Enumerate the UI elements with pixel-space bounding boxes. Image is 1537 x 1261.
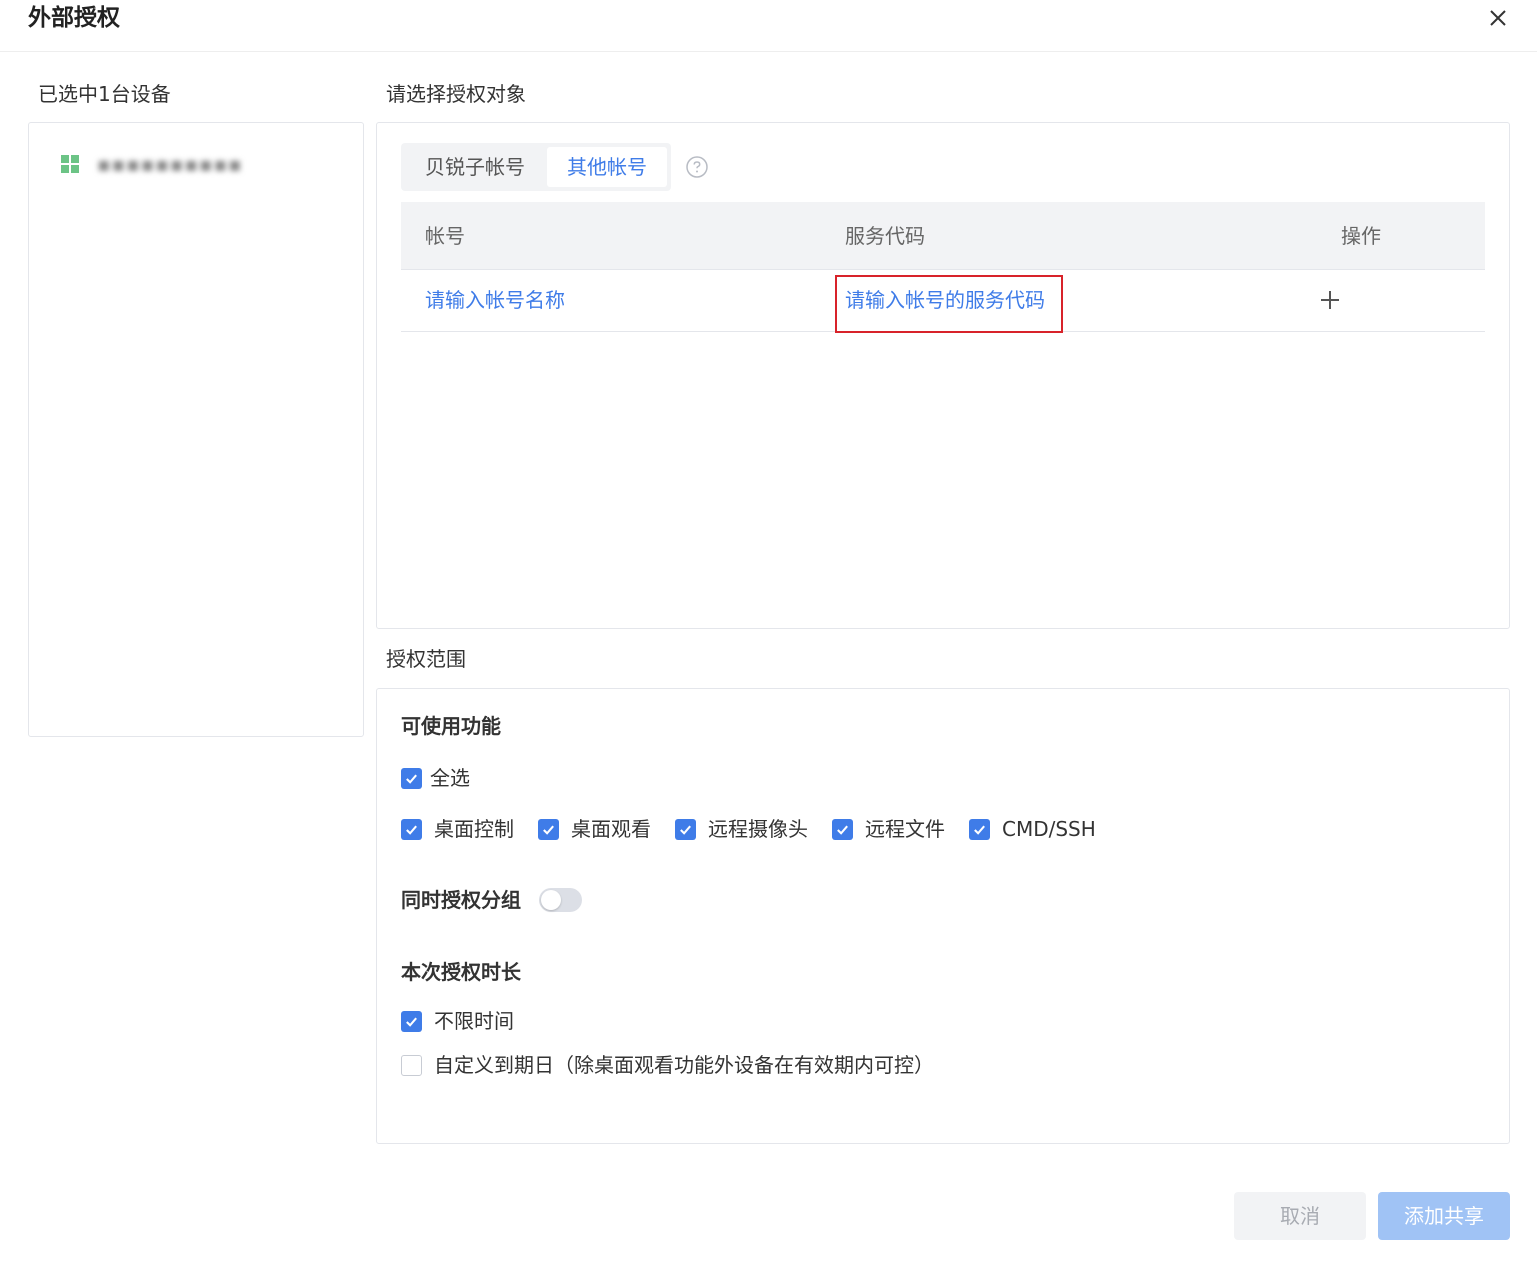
feature-label: 桌面观看	[571, 817, 651, 841]
select-all-row: 全选	[401, 764, 470, 792]
duration-custom-checkbox[interactable]: 自定义到期日（除桌面观看功能外设备在有效期内可控）	[401, 1051, 934, 1079]
tab-sub-account[interactable]: 贝锐子帐号	[405, 147, 545, 187]
header-account: 帐号	[425, 224, 465, 248]
question-circle-icon[interactable]	[685, 155, 709, 179]
checkbox-checked-icon[interactable]	[538, 818, 559, 840]
add-share-button[interactable]: 添加共享	[1378, 1192, 1510, 1240]
selected-devices-label: 已选中1台设备	[38, 82, 171, 106]
duration-option-label: 自定义到期日（除桌面观看功能外设备在有效期内可控）	[434, 1053, 934, 1077]
checkbox-checked-icon[interactable]	[969, 818, 990, 840]
feature-label: CMD/SSH	[1002, 817, 1096, 841]
scope-label: 授权范围	[386, 647, 466, 671]
service-code-input[interactable]: 请输入帐号的服务代码	[845, 270, 1045, 330]
external-authorization-dialog: 外部授权 已选中1台设备 ▪▪▪▪▪▪▪▪▪▪ 请选择授权对象 贝锐子帐号 其他…	[0, 0, 1537, 1261]
feature-label: 远程摄像头	[708, 817, 808, 841]
features-heading: 可使用功能	[401, 714, 501, 738]
feature-label: 远程文件	[865, 817, 945, 841]
tab-other-account[interactable]: 其他帐号	[547, 147, 667, 187]
checkbox-checked-icon[interactable]	[675, 818, 696, 840]
checkbox-checked-icon[interactable]	[401, 1010, 422, 1032]
feature-remote-file[interactable]: 远程文件	[832, 815, 945, 843]
header-service-code: 服务代码	[845, 224, 925, 248]
select-all-label: 全选	[430, 766, 470, 790]
duration-unlimited-checkbox[interactable]: 不限时间	[401, 1007, 514, 1035]
group-toggle-label: 同时授权分组	[401, 888, 521, 912]
table-row: 请输入帐号名称 请输入帐号的服务代码	[401, 270, 1485, 333]
cancel-button[interactable]: 取消	[1234, 1192, 1366, 1240]
features-row: 桌面控制 桌面观看 远程摄像头 远程文件 CMD/SSH	[401, 815, 1096, 843]
feature-label: 桌面控制	[434, 817, 514, 841]
checkbox-checked-icon[interactable]	[401, 818, 422, 840]
target-panel: 贝锐子帐号 其他帐号 帐号 服务代码 操作 请输入帐号名称 请输入帐号的服务代码	[376, 122, 1510, 629]
dialog-title: 外部授权	[28, 5, 120, 31]
group-toggle-switch[interactable]	[539, 888, 582, 912]
feature-cmd-ssh[interactable]: CMD/SSH	[969, 815, 1096, 843]
duration-unlimited-row: 不限时间	[401, 1007, 514, 1035]
duration-custom-row: 自定义到期日（除桌面观看功能外设备在有效期内可控）	[401, 1051, 934, 1079]
feature-remote-camera[interactable]: 远程摄像头	[675, 815, 808, 843]
device-item: ▪▪▪▪▪▪▪▪▪▪	[61, 151, 243, 177]
dialog-header: 外部授权	[0, 0, 1537, 52]
toggle-knob	[541, 890, 561, 910]
table-header: 帐号 服务代码 操作	[401, 202, 1485, 270]
checkbox-checked-icon[interactable]	[401, 767, 422, 789]
account-type-tabs: 贝锐子帐号 其他帐号	[401, 143, 671, 191]
selected-devices-panel: ▪▪▪▪▪▪▪▪▪▪	[28, 122, 364, 737]
close-icon[interactable]	[1484, 4, 1512, 32]
select-all-checkbox[interactable]: 全选	[401, 764, 470, 792]
checkbox-unchecked-icon[interactable]	[401, 1054, 422, 1076]
feature-desktop-view[interactable]: 桌面观看	[538, 815, 651, 843]
target-label: 请选择授权对象	[386, 82, 526, 106]
feature-desktop-control[interactable]: 桌面控制	[401, 815, 514, 843]
scope-panel: 可使用功能 全选 桌面控制 桌面观看 远程摄像头 远程文件 CMD/SSH 同时…	[376, 688, 1510, 1144]
windows-icon	[61, 155, 79, 173]
header-action: 操作	[1341, 224, 1381, 248]
duration-option-label: 不限时间	[434, 1009, 514, 1033]
plus-icon[interactable]	[1318, 288, 1342, 312]
checkbox-checked-icon[interactable]	[832, 818, 853, 840]
device-name: ▪▪▪▪▪▪▪▪▪▪	[97, 152, 243, 176]
duration-heading: 本次授权时长	[401, 960, 521, 984]
accounts-table: 帐号 服务代码 操作 请输入帐号名称 请输入帐号的服务代码	[401, 202, 1485, 333]
account-name-input[interactable]: 请输入帐号名称	[425, 270, 565, 330]
